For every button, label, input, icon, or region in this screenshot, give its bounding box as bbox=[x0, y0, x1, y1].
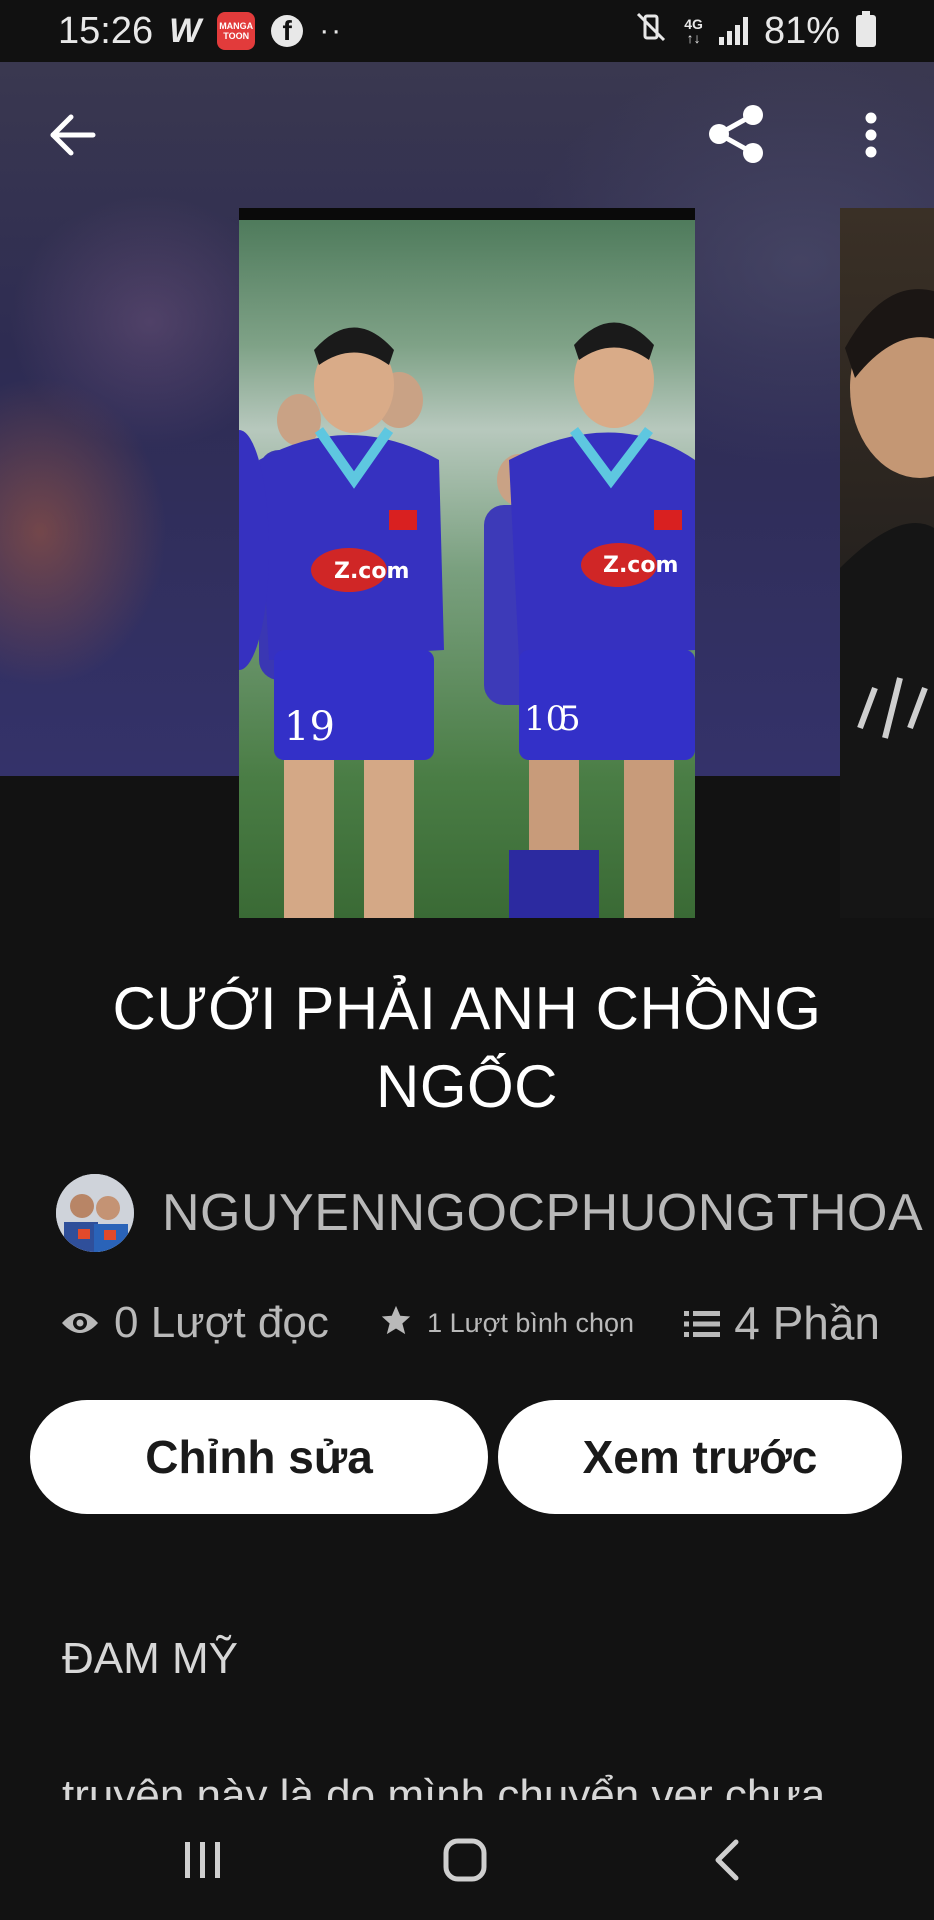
author-name[interactable]: NGUYENNGOCPHUONGTHOA bbox=[162, 1183, 923, 1243]
votes-stat: 1 Lượt bình chọn bbox=[379, 1303, 634, 1344]
battery-icon bbox=[856, 11, 876, 47]
cover-jersey-number-left: 19 bbox=[284, 704, 335, 750]
status-left: 15:26 W MANGA TOON f ·· bbox=[58, 10, 343, 53]
list-icon bbox=[684, 1296, 721, 1350]
story-stats: 0 Lượt đọc 1 Lượt bình chọn 4 Phần bbox=[60, 1296, 880, 1350]
system-back-icon[interactable] bbox=[692, 1828, 762, 1892]
facebook-app-icon: f bbox=[271, 15, 304, 47]
network-type-icon: 4G ↑↓ bbox=[684, 17, 703, 45]
recent-apps-icon[interactable] bbox=[168, 1828, 238, 1892]
star-icon bbox=[379, 1303, 413, 1344]
story-title: CƯỚI PHẢI ANH CHỒNG NGỐC bbox=[112, 975, 822, 1120]
cover-sponsor-left: Z.com bbox=[334, 559, 409, 584]
signal-strength-icon bbox=[718, 17, 748, 45]
votes-count: 1 Lượt bình chọn bbox=[427, 1307, 634, 1338]
mangatoon-line2: TOON bbox=[223, 31, 250, 41]
network-type-label: 4G bbox=[684, 16, 703, 32]
wattpad-app-icon: W bbox=[169, 11, 202, 50]
reads-count: 0 Lượt đọc bbox=[114, 1298, 329, 1347]
parts-count: 4 Phần bbox=[734, 1297, 880, 1349]
mangatoon-line1: MANGA bbox=[219, 21, 254, 31]
more-vertical-icon[interactable] bbox=[846, 100, 896, 170]
battery-percent: 81% bbox=[763, 9, 840, 52]
parts-stat: 4 Phần bbox=[684, 1296, 880, 1350]
author-row[interactable]: NGUYENNGOCPHUONGTHOA bbox=[56, 1174, 923, 1252]
mangatoon-app-icon: MANGA TOON bbox=[217, 12, 256, 50]
reads-stat: 0 Lượt đọc bbox=[60, 1298, 329, 1348]
more-notifications-icon: ·· bbox=[319, 14, 344, 47]
preview-button[interactable]: Xem trước bbox=[498, 1400, 902, 1514]
author-avatar[interactable] bbox=[56, 1174, 134, 1252]
system-nav-bar bbox=[0, 1800, 934, 1920]
share-icon[interactable] bbox=[700, 98, 772, 170]
next-story-cover[interactable] bbox=[840, 208, 934, 918]
network-arrows: ↑↓ bbox=[686, 30, 701, 46]
story-cover[interactable]: Z.com 19 Z.com 10 5 bbox=[239, 208, 695, 918]
edit-button[interactable]: Chỉnh sửa bbox=[30, 1400, 488, 1514]
cover-sponsor-right: Z.com bbox=[603, 553, 678, 578]
vibrate-mute-icon bbox=[634, 10, 668, 52]
cover-photo: Z.com 19 Z.com 10 5 bbox=[239, 220, 695, 918]
story-description: truyện này là do mình chuyển ver chưa bbox=[62, 1771, 826, 1800]
story-tag: ĐAM MỸ bbox=[62, 1634, 238, 1683]
home-icon[interactable] bbox=[430, 1828, 500, 1892]
arrow-left-icon[interactable] bbox=[38, 100, 108, 170]
status-bar: 15:26 W MANGA TOON f ·· 4G ↑↓ 81% bbox=[0, 0, 934, 62]
cover-jersey-number-right: 5 bbox=[559, 699, 581, 739]
status-time: 15:26 bbox=[58, 9, 154, 52]
eye-icon bbox=[60, 1298, 100, 1348]
status-right: 4G ↑↓ 81% bbox=[634, 10, 876, 53]
